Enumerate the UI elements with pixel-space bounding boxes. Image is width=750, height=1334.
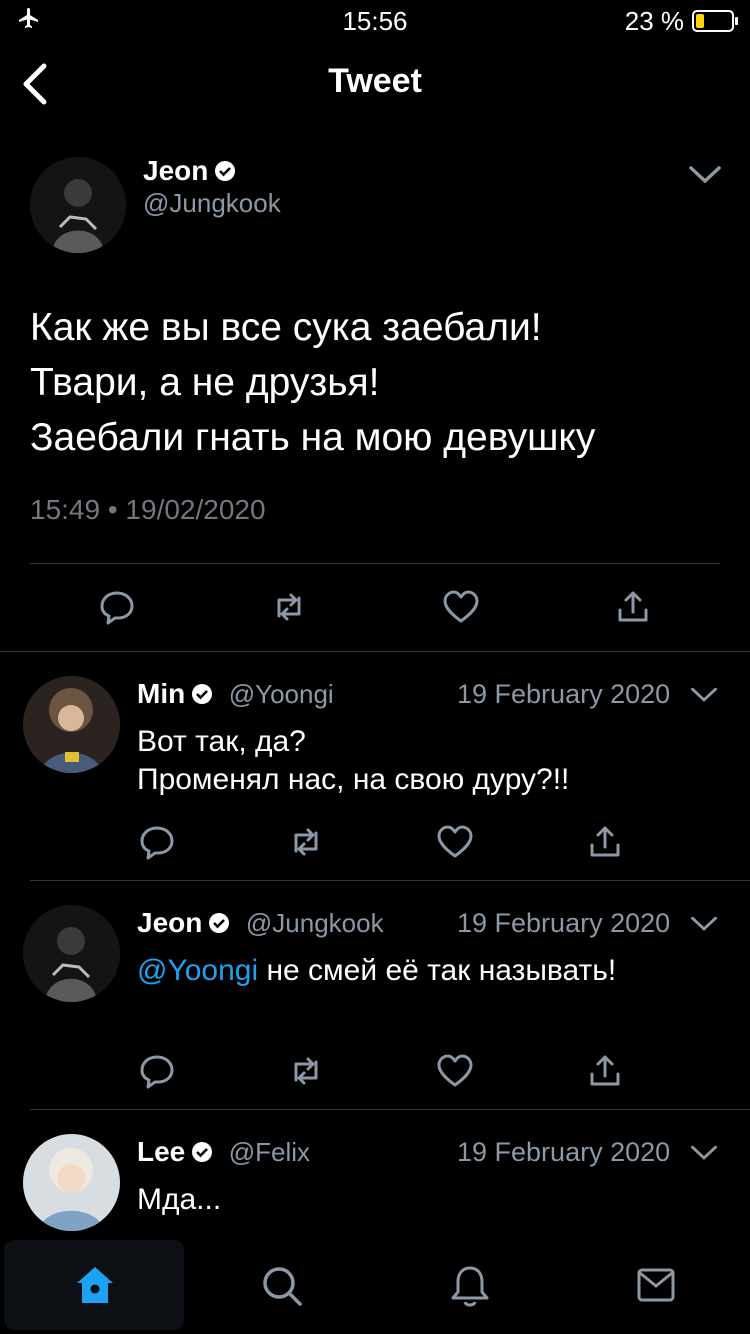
reply-date: 19 February 2020 <box>457 679 671 709</box>
mention-link[interactable]: @Yoongi <box>137 954 258 987</box>
reply-handle: @Yoongi <box>228 679 334 709</box>
avatar[interactable] <box>23 905 120 1002</box>
reply-text: Мда... <box>137 1183 222 1216</box>
author-name[interactable]: Jeon <box>143 155 236 187</box>
home-icon[interactable] <box>74 1264 116 1306</box>
chevron-down-icon[interactable] <box>688 165 722 185</box>
reply-text: @Yoongi не смей её так называть! <box>137 954 617 987</box>
divider <box>0 651 750 652</box>
chevron-down-icon[interactable] <box>690 686 724 706</box>
avatar[interactable] <box>23 1134 120 1231</box>
reply-author[interactable]: Jeon @Jungkook <box>137 907 384 939</box>
verified-icon <box>208 910 230 933</box>
avatar[interactable] <box>23 676 120 773</box>
author-handle[interactable]: @Jungkook <box>143 188 281 219</box>
share-icon[interactable] <box>614 588 652 626</box>
verified-icon <box>191 1139 213 1162</box>
chevron-down-icon[interactable] <box>690 1144 724 1164</box>
reply-author[interactable]: Min @Yoongi <box>137 678 334 710</box>
chevron-down-icon[interactable] <box>690 915 724 935</box>
avatar[interactable] <box>30 157 126 253</box>
page-title: Tweet <box>328 62 422 100</box>
status-bar: 15:56 23 % <box>0 0 750 40</box>
divider <box>30 1109 750 1110</box>
reply-date: 19 February 2020 <box>457 1137 671 1167</box>
reply-handle: @Felix <box>228 1137 311 1167</box>
tweet-text: Как же вы все сука заебали! Твари, а не … <box>30 306 596 459</box>
battery-percent: 23 % <box>624 6 684 36</box>
retweet-icon[interactable] <box>287 823 325 861</box>
battery-icon <box>692 10 738 32</box>
notifications-bell-icon[interactable] <box>449 1264 491 1308</box>
reply-icon[interactable] <box>138 1052 176 1090</box>
divider <box>30 880 750 881</box>
reply-icon[interactable] <box>98 588 136 626</box>
messages-mail-icon[interactable] <box>637 1268 675 1302</box>
like-icon[interactable] <box>436 1052 474 1090</box>
retweet-icon[interactable] <box>270 588 308 626</box>
divider <box>30 563 720 564</box>
reply-date: 19 February 2020 <box>457 908 671 938</box>
reply-author[interactable]: Lee @Felix <box>137 1136 310 1168</box>
like-icon[interactable] <box>436 823 474 861</box>
reply-text: Вот так, да? Променял нас, на свою дуру?… <box>137 725 570 796</box>
reply-handle: @Jungkook <box>245 908 384 938</box>
verified-icon <box>191 681 213 704</box>
like-icon[interactable] <box>442 588 480 626</box>
share-icon[interactable] <box>586 823 624 861</box>
retweet-icon[interactable] <box>287 1052 325 1090</box>
reply-icon[interactable] <box>138 823 176 861</box>
tweet-timestamp: 15:49 • 19/02/2020 <box>30 494 266 525</box>
search-icon[interactable] <box>260 1264 304 1308</box>
verified-icon <box>214 157 236 181</box>
share-icon[interactable] <box>586 1052 624 1090</box>
